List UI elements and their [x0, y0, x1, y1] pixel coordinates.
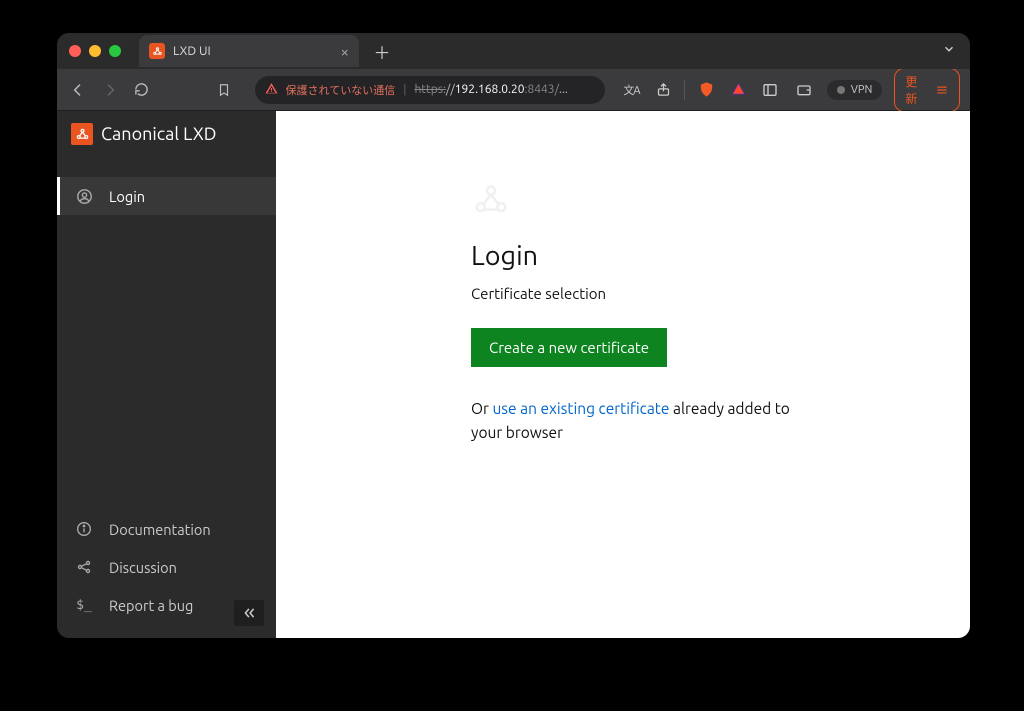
- sidebar-item-documentation[interactable]: Documentation: [57, 510, 276, 548]
- brand-header[interactable]: Canonical LXD: [57, 111, 276, 157]
- sidebar-item-label: Login: [109, 188, 145, 205]
- address-separator: |: [403, 83, 406, 96]
- address-bar[interactable]: 保護されていない通信 | https://192.168.0.20:8443/.…: [255, 76, 605, 104]
- wallet-icon[interactable]: [793, 79, 815, 101]
- sidebar-item-label: Report a bug: [109, 597, 193, 614]
- sidebar-nav: Login: [57, 177, 276, 215]
- page-heading: Login: [471, 241, 811, 271]
- brand-title: Canonical LXD: [101, 124, 217, 144]
- brave-shield-icon[interactable]: [695, 79, 717, 101]
- page-subheading: Certificate selection: [471, 285, 811, 302]
- sidebar-item-discussion[interactable]: Discussion: [57, 548, 276, 586]
- sidebar-collapse-button[interactable]: [234, 600, 264, 626]
- main-panel: Login Certificate selection Create a new…: [276, 111, 970, 638]
- bookmark-icon[interactable]: [213, 79, 235, 101]
- tab-strip: LXD UI × ＋: [57, 33, 970, 69]
- create-certificate-button[interactable]: Create a new certificate: [471, 328, 667, 367]
- tabs-menu-icon[interactable]: [942, 42, 956, 60]
- url-text: https://192.168.0.20:8443/...: [414, 83, 567, 96]
- hamburger-icon: [935, 83, 949, 97]
- browser-tab[interactable]: LXD UI ×: [139, 35, 359, 67]
- brave-rewards-icon[interactable]: [727, 79, 749, 101]
- canonical-logo-icon: [71, 123, 93, 145]
- share-nodes-icon: [75, 558, 93, 576]
- tab-title: LXD UI: [173, 44, 211, 58]
- sidebar-item-label: Documentation: [109, 521, 211, 538]
- new-tab-button[interactable]: ＋: [369, 38, 395, 64]
- sidebar-item-login[interactable]: Login: [57, 177, 276, 215]
- login-panel: Login Certificate selection Create a new…: [471, 181, 811, 445]
- nav-back-button[interactable]: [67, 79, 89, 101]
- lxd-favicon-icon: [149, 43, 165, 59]
- info-icon: [75, 520, 93, 538]
- chevrons-left-icon: [241, 606, 258, 620]
- sidebar-toggle-icon[interactable]: [759, 79, 781, 101]
- existing-cert-note: Or use an existing certificate already a…: [471, 397, 811, 445]
- user-circle-icon: [75, 187, 93, 205]
- app-content: Canonical LXD Login Documentation: [57, 111, 970, 638]
- toolbar-right-cluster: VPN 更新: [759, 68, 960, 112]
- reload-button[interactable]: [131, 79, 153, 101]
- lxd-logo-ghost-icon: [471, 181, 511, 219]
- browser-window: LXD UI × ＋ 保護されていない通信 | https:: [57, 33, 970, 638]
- terminal-prompt-icon: $_: [75, 596, 93, 614]
- not-secure-warning-icon: [265, 82, 278, 98]
- update-label: 更新: [905, 73, 929, 107]
- window-traffic-lights: [69, 45, 121, 57]
- nav-forward-button: [99, 79, 121, 101]
- not-secure-label: 保護されていない通信: [286, 82, 396, 98]
- close-window-icon[interactable]: [69, 45, 81, 57]
- minimize-window-icon[interactable]: [89, 45, 101, 57]
- sidebar-item-label: Discussion: [109, 559, 177, 576]
- browser-update-button[interactable]: 更新: [894, 68, 960, 112]
- vpn-indicator[interactable]: VPN: [827, 80, 882, 100]
- vpn-status-dot-icon: [837, 86, 845, 94]
- maximize-window-icon[interactable]: [109, 45, 121, 57]
- use-existing-certificate-link[interactable]: use an existing certificate: [492, 400, 669, 417]
- share-icon[interactable]: [652, 79, 674, 101]
- vpn-label: VPN: [851, 84, 872, 96]
- app-sidebar: Canonical LXD Login Documentation: [57, 111, 276, 638]
- browser-toolbar: 保護されていない通信 | https://192.168.0.20:8443/.…: [57, 69, 970, 111]
- translate-icon[interactable]: 文A: [621, 79, 643, 101]
- close-tab-icon[interactable]: ×: [341, 43, 349, 60]
